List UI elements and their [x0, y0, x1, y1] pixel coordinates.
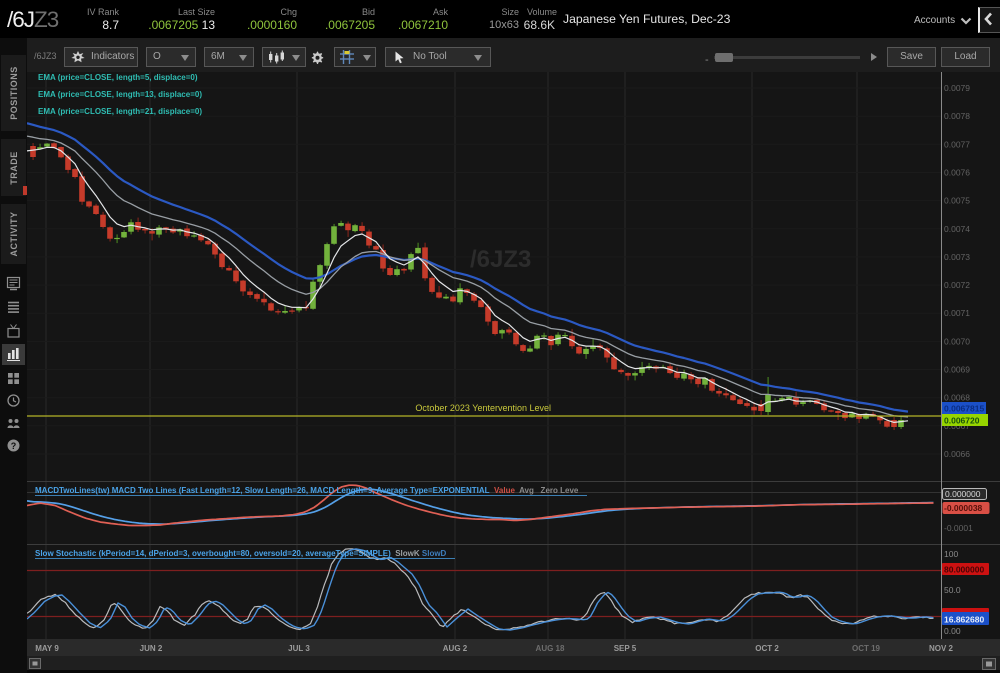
svg-text:0.00: 0.00 — [944, 626, 961, 636]
svg-text:0.0071: 0.0071 — [944, 308, 970, 318]
svg-text:0.0079: 0.0079 — [944, 83, 970, 93]
svg-text:MACDTwoLines(tw) MACD Two Line: MACDTwoLines(tw) MACD Two Lines (Fast Le… — [35, 486, 579, 495]
svg-text:100: 100 — [944, 549, 958, 559]
svg-text:NOV 2: NOV 2 — [929, 644, 954, 653]
svg-text:0.0072: 0.0072 — [944, 280, 970, 290]
svg-text:0.006720: 0.006720 — [944, 416, 980, 426]
svg-text:0.0077: 0.0077 — [944, 139, 970, 149]
svg-text:JUN 2: JUN 2 — [140, 644, 163, 653]
svg-text:0.0070: 0.0070 — [944, 336, 970, 346]
svg-text:0.0073: 0.0073 — [944, 252, 970, 262]
svg-text:0.0076: 0.0076 — [944, 168, 970, 178]
svg-text:16.862680: 16.862680 — [944, 615, 984, 625]
svg-text:EMA (price=CLOSE, length=21, d: EMA (price=CLOSE, length=21, displace=0) — [38, 107, 202, 116]
svg-text:OCT 19: OCT 19 — [852, 644, 881, 653]
svg-text:AUG 18: AUG 18 — [536, 644, 565, 653]
svg-text:0.0069: 0.0069 — [944, 365, 970, 375]
svg-text:0.000000: 0.000000 — [945, 489, 981, 499]
svg-text:-0.0001: -0.0001 — [944, 523, 973, 533]
svg-text:October 2023 Yentervention Lev: October 2023 Yentervention Level — [415, 403, 551, 413]
svg-text:0.0078: 0.0078 — [944, 111, 970, 121]
svg-text:JUL 3: JUL 3 — [288, 644, 310, 653]
svg-text:SEP 5: SEP 5 — [614, 644, 637, 653]
svg-text:0.0074: 0.0074 — [944, 224, 970, 234]
svg-text:50.0: 50.0 — [944, 585, 961, 595]
svg-text:0.0066: 0.0066 — [944, 449, 970, 459]
svg-text:0.0067815: 0.0067815 — [944, 404, 984, 414]
svg-text:EMA (price=CLOSE, length=5, di: EMA (price=CLOSE, length=5, displace=0) — [38, 73, 198, 82]
svg-text:MAY 9: MAY 9 — [35, 644, 59, 653]
svg-text:0.0075: 0.0075 — [944, 196, 970, 206]
svg-text:?: ? — [11, 441, 17, 451]
svg-text:80.000000: 80.000000 — [944, 565, 984, 575]
svg-text:-0.000038: -0.000038 — [944, 503, 983, 513]
svg-text:0.0068: 0.0068 — [944, 393, 970, 403]
svg-text:Slow Stochastic (kPeriod=14, d: Slow Stochastic (kPeriod=14, dPeriod=3, … — [35, 549, 447, 558]
svg-text:/6JZ3: /6JZ3 — [470, 246, 531, 273]
svg-text:OCT 2: OCT 2 — [755, 644, 779, 653]
svg-text:AUG 2: AUG 2 — [443, 644, 468, 653]
svg-text:EMA (price=CLOSE, length=13, d: EMA (price=CLOSE, length=13, displace=0) — [38, 90, 202, 99]
